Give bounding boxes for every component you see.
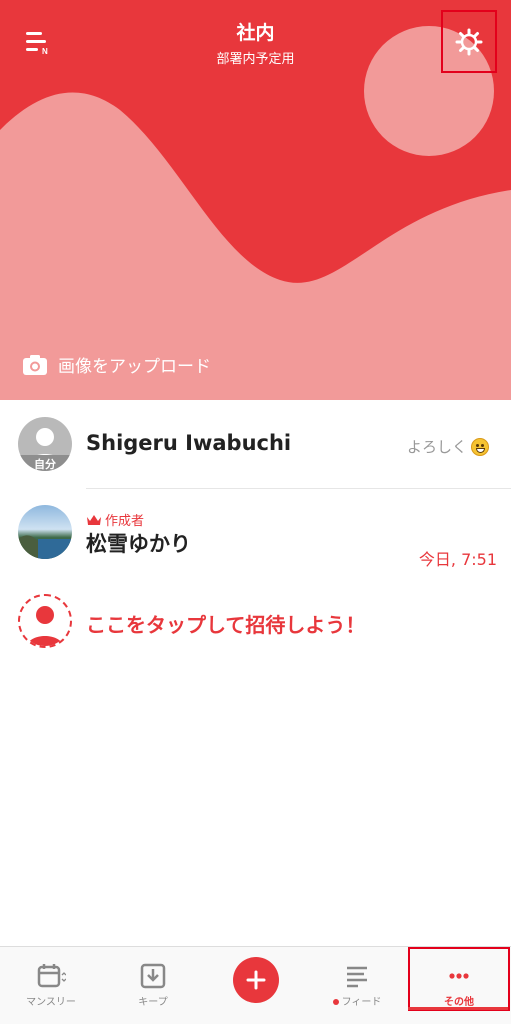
- invite-row[interactable]: ここをタップして招待しよう！: [0, 590, 511, 654]
- member-name: 松雪ゆかり: [86, 532, 191, 556]
- status-label: よろしく: [406, 438, 467, 456]
- invite-avatar: [18, 594, 72, 648]
- tab-keep[interactable]: キープ: [102, 947, 204, 1024]
- avatar: [18, 505, 72, 559]
- active-tab-highlight: [408, 947, 510, 1011]
- notification-dot: [332, 999, 339, 1005]
- page-subtitle: 部署内予定用: [216, 52, 295, 67]
- landscape-photo: [18, 535, 72, 559]
- member-name: Shigeru Iwabuchi: [86, 431, 292, 455]
- active-tab-indicator: [408, 1007, 508, 1010]
- avatar: 自分: [18, 417, 72, 471]
- tab-label: マンスリー: [26, 997, 76, 1008]
- upload-label: 画像をアップロード: [58, 357, 211, 377]
- crown-icon: [87, 514, 101, 525]
- page-title: 社内: [236, 22, 275, 44]
- invite-label: ここをタップして招待しよう！: [86, 613, 366, 637]
- settings-button[interactable]: [441, 10, 497, 73]
- add-button[interactable]: [233, 957, 279, 1003]
- tab-monthly[interactable]: マンスリー: [0, 947, 102, 1024]
- upload-image-button[interactable]: 画像をアップロード: [22, 352, 211, 377]
- feed-icon: [347, 966, 367, 988]
- download-icon: [140, 963, 166, 989]
- tab-label: フィード: [341, 997, 382, 1008]
- gear-icon: [455, 28, 483, 55]
- role-label: 作成者: [105, 514, 145, 529]
- person-icon: [26, 606, 64, 646]
- tab-feed[interactable]: フィード: [306, 947, 408, 1024]
- creator-badge: 作成者: [86, 510, 144, 529]
- smile-emoji-icon: [471, 437, 489, 456]
- member-row[interactable]: 作成者 松雪ゆかり 今日, 7:51: [0, 489, 511, 585]
- tab-label-wrap: フィード: [332, 993, 382, 1008]
- plus-icon: [246, 970, 266, 990]
- avatar-badge: 自分: [34, 458, 56, 471]
- header-hero: N 社内 部署内予定用 画像をアップロード: [0, 0, 511, 400]
- member-row[interactable]: 自分 Shigeru Iwabuchi よろしく: [0, 400, 511, 489]
- calendar-icon: [37, 964, 66, 988]
- bottom-tab-bar: マンスリー キープ フィード その他: [0, 946, 511, 1024]
- camera-icon: [23, 354, 47, 375]
- member-status: よろしく: [407, 436, 489, 457]
- tab-label: キープ: [138, 997, 168, 1008]
- member-timestamp: 今日, 7:51: [418, 550, 497, 569]
